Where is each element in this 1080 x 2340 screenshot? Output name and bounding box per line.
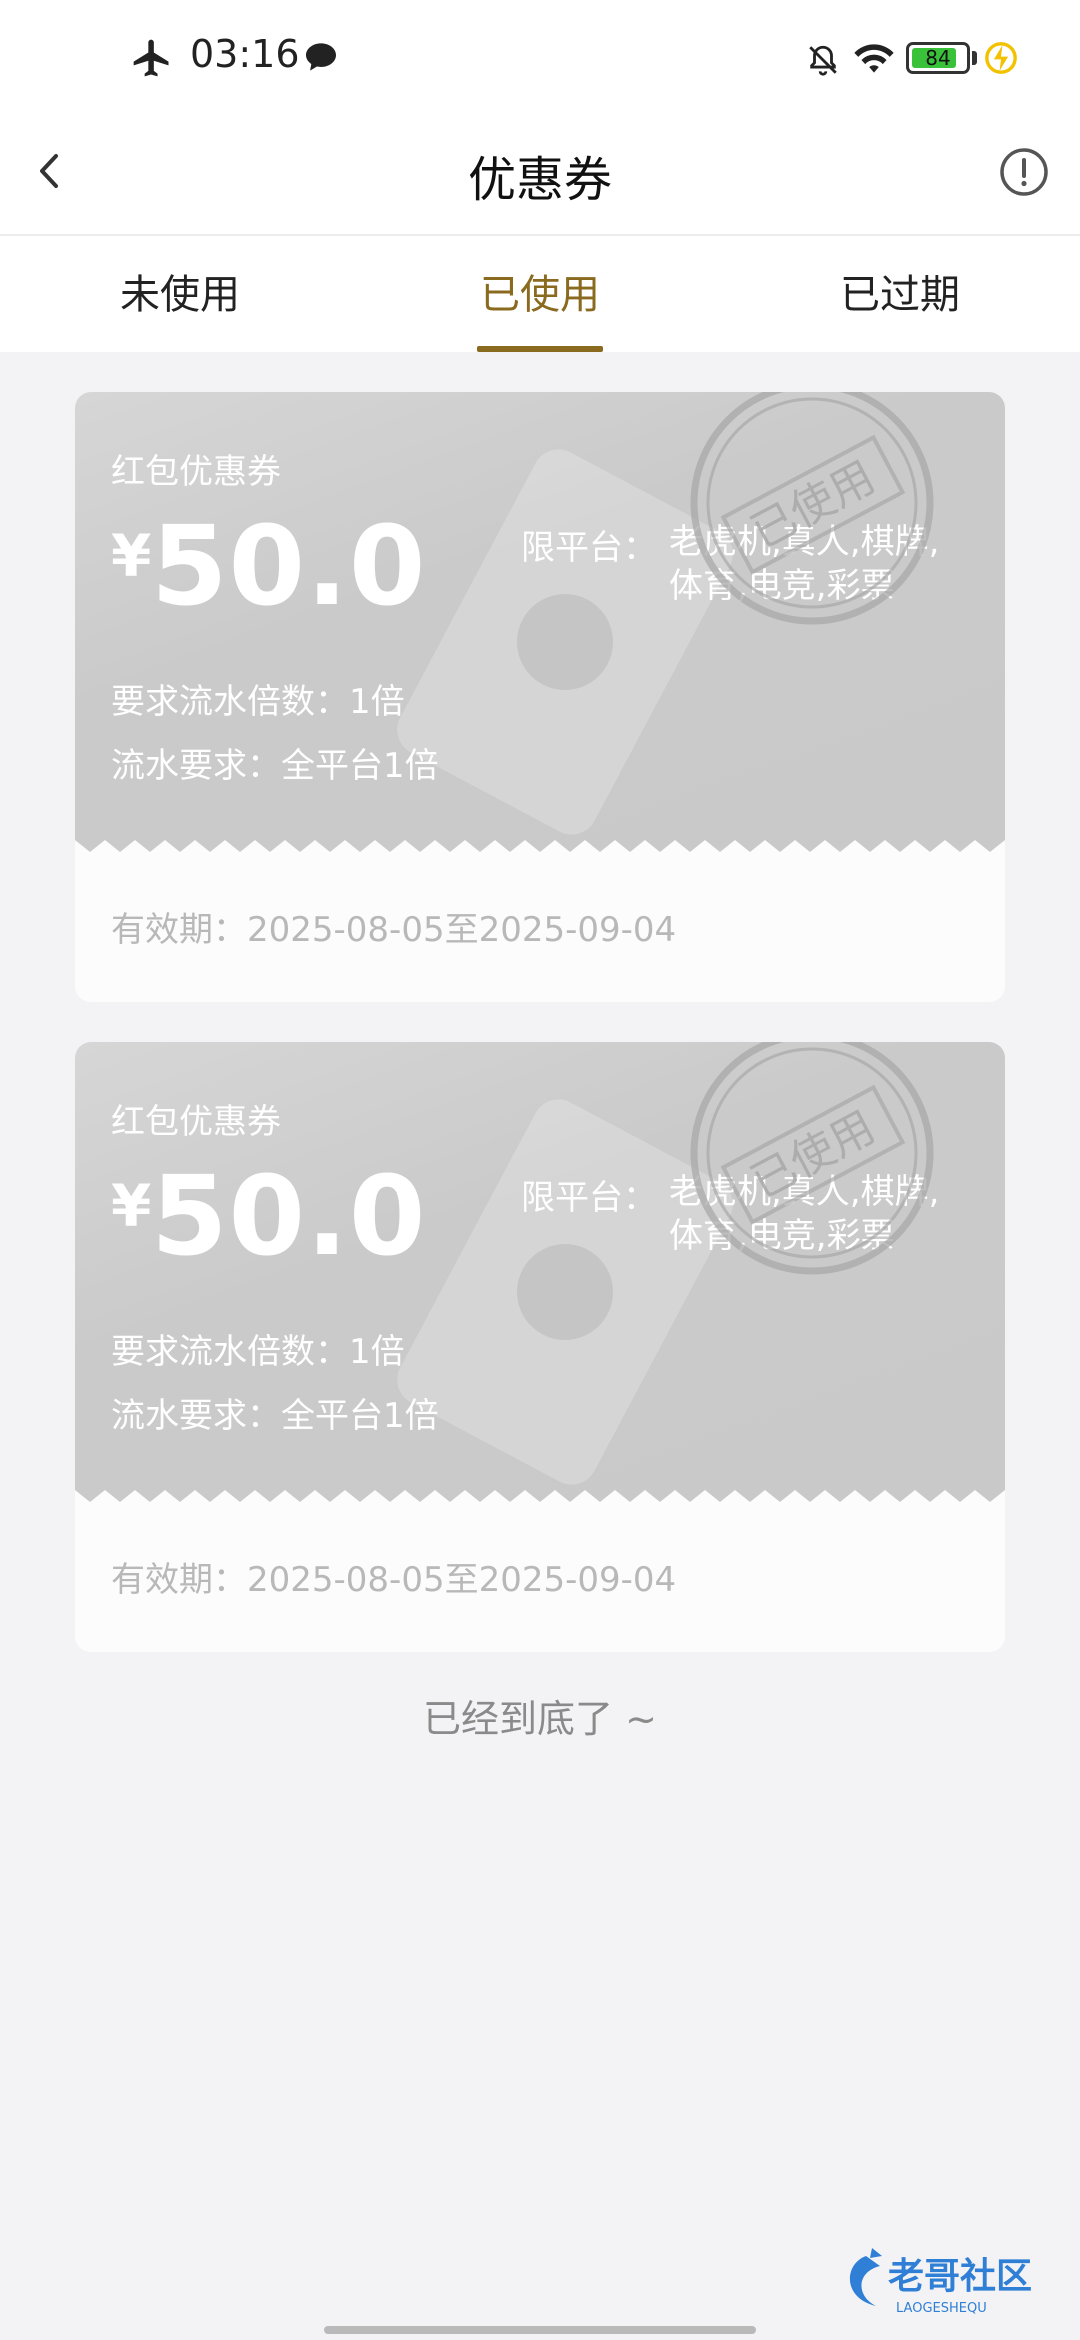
coupon-validity: 有效期：2025-08-05至2025-09-04 bbox=[111, 1560, 677, 1600]
coupon-currency: ¥ bbox=[111, 522, 152, 590]
info-circle-icon[interactable] bbox=[996, 144, 1052, 200]
used-stamp-icon: 已使用 bbox=[690, 1042, 934, 1275]
header: 优惠券 bbox=[0, 110, 1080, 236]
coupon-card[interactable]: 红包优惠券 ¥ 50.0 限平台： 老虎机,真人,棋牌,体育,电竞,彩票 要求流… bbox=[75, 392, 1005, 1002]
zigzag-edge bbox=[75, 1490, 1005, 1510]
home-indicator[interactable] bbox=[324, 2326, 756, 2334]
coupon-turnover-multiple: 要求流水倍数：1倍 bbox=[111, 682, 405, 722]
coupon-platform-label: 限平台： bbox=[521, 1178, 657, 1218]
coupon-type: 红包优惠券 bbox=[111, 452, 281, 492]
coupon-turnover-multiple: 要求流水倍数：1倍 bbox=[111, 1332, 405, 1372]
site-watermark-logo: 老哥社区 LAOGESHEQU bbox=[849, 2248, 1032, 2316]
tab-expired[interactable]: 已过期 bbox=[720, 236, 1080, 352]
used-stamp-icon: 已使用 bbox=[690, 392, 934, 625]
status-bar: 03:16 84 bbox=[0, 0, 1080, 110]
wifi-icon bbox=[854, 44, 894, 73]
charging-icon bbox=[985, 42, 1017, 74]
tab-used[interactable]: 已使用 bbox=[360, 236, 720, 352]
svg-text:老哥社区: 老哥社区 bbox=[888, 2256, 1032, 2297]
svg-text:LAOGESHEQU: LAOGESHEQU bbox=[896, 2301, 987, 2316]
zigzag-edge bbox=[75, 840, 1005, 860]
coupon-amount: 50.0 bbox=[151, 1152, 427, 1280]
message-icon bbox=[306, 43, 336, 71]
coupon-platform-label: 限平台： bbox=[521, 528, 657, 568]
coupon-turnover-requirement: 流水要求：全平台1倍 bbox=[111, 746, 439, 786]
coupon-amount: 50.0 bbox=[151, 502, 427, 630]
coupon-turnover-requirement: 流水要求：全平台1倍 bbox=[111, 1396, 439, 1436]
bell-off-icon bbox=[809, 45, 837, 76]
coupon-type: 红包优惠券 bbox=[111, 1102, 281, 1142]
coupon-currency: ¥ bbox=[111, 1172, 152, 1240]
end-of-list-text: 已经到底了 ~ bbox=[423, 1697, 657, 1741]
coupon-validity: 有效期：2025-08-05至2025-09-04 bbox=[111, 910, 677, 950]
tab-indicator bbox=[477, 346, 603, 352]
tab-bar: 未使用 已使用 已过期 bbox=[0, 236, 1080, 352]
battery-level: 84 bbox=[925, 46, 951, 70]
page-title: 优惠券 bbox=[467, 152, 612, 208]
coupon-card[interactable]: 红包优惠券 ¥ 50.0 限平台： 老虎机,真人,棋牌,体育,电竞,彩票 要求流… bbox=[75, 1042, 1005, 1652]
airplane-icon bbox=[133, 39, 169, 77]
battery-icon: 84 bbox=[906, 42, 970, 74]
status-time: 03:16 bbox=[190, 32, 300, 76]
tab-unused[interactable]: 未使用 bbox=[0, 236, 360, 352]
battery-tip bbox=[972, 51, 977, 65]
